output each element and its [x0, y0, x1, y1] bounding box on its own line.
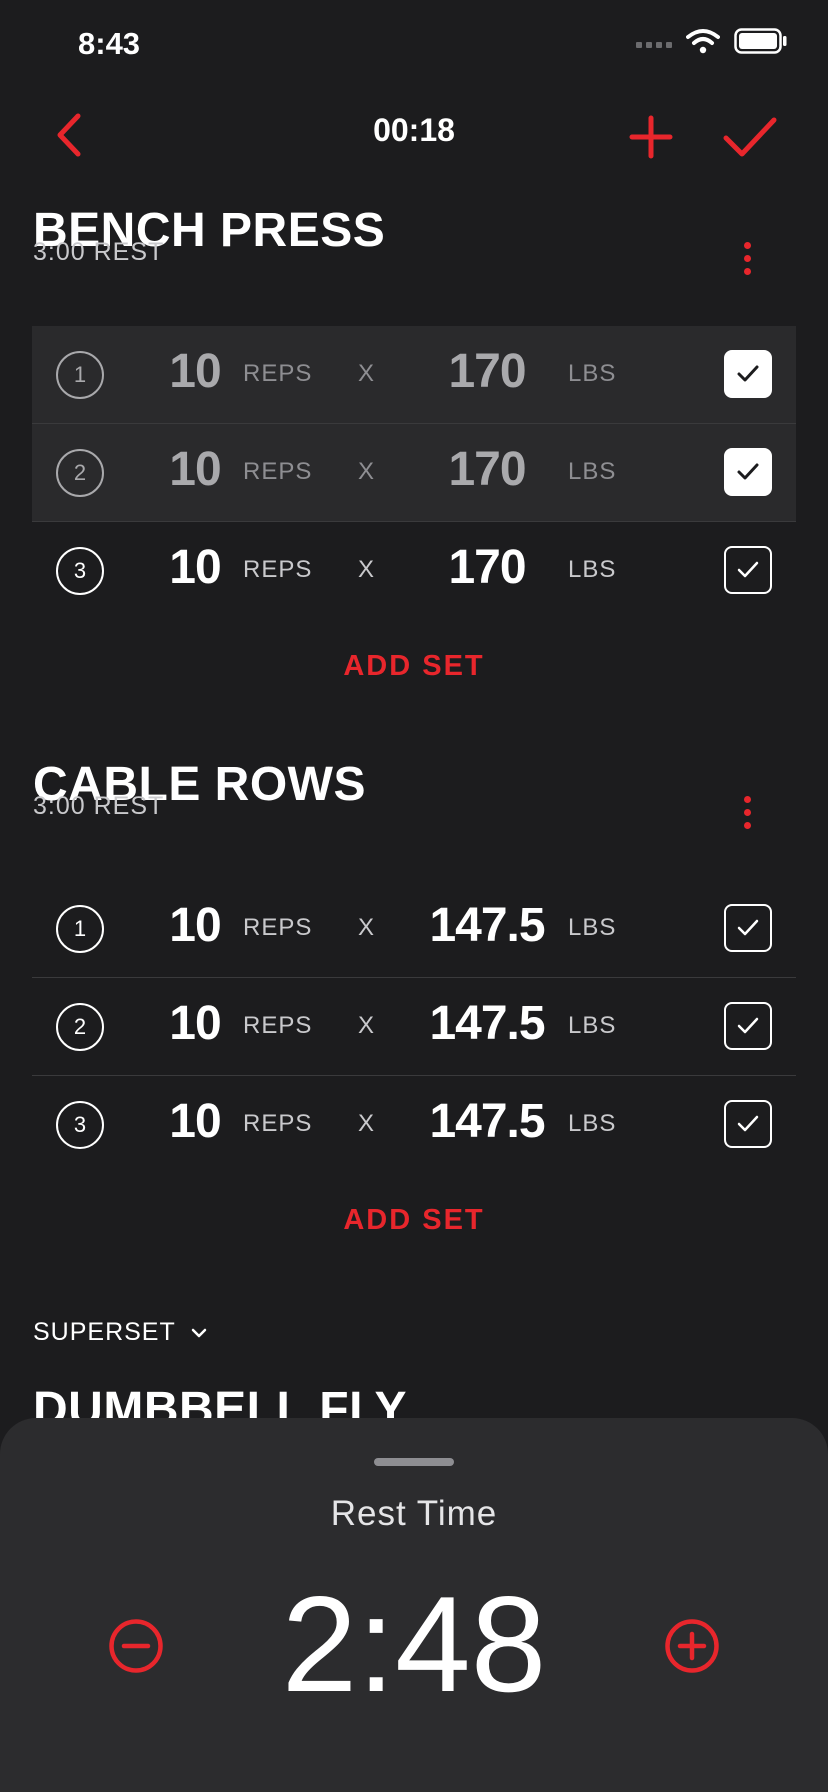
times-label: X [358, 1110, 375, 1137]
reps-unit-label: REPS [243, 360, 313, 387]
times-label: X [358, 458, 375, 485]
reps-unit-label: REPS [243, 914, 313, 941]
exercise-menu-button[interactable] [730, 792, 766, 836]
checkmark-icon [723, 117, 777, 157]
times-label: X [358, 360, 375, 387]
rest-time-label: Rest Time [330, 1494, 498, 1533]
wifi-icon [686, 29, 720, 54]
set-number: 1 [56, 905, 104, 953]
weight-value[interactable]: 147.5 [392, 898, 582, 953]
set-complete-checkbox[interactable] [724, 448, 772, 496]
weight-value[interactable]: 147.5 [392, 996, 582, 1051]
set-complete-checkbox[interactable] [724, 904, 772, 952]
set-row: 1 10 REPS X 170 LBS [32, 326, 796, 424]
weight-value[interactable]: 170 [392, 442, 582, 497]
add-set-button[interactable]: ADD SET [0, 1204, 828, 1237]
navigation-bar: 00:18 [0, 92, 828, 172]
set-complete-checkbox[interactable] [724, 1002, 772, 1050]
times-label: X [358, 914, 375, 941]
set-complete-checkbox[interactable] [724, 350, 772, 398]
sheet-handle[interactable] [374, 1458, 454, 1466]
set-row: 3 10 REPS X 147.5 LBS [32, 1076, 796, 1173]
weight-unit-label: LBS [568, 1110, 617, 1137]
reps-value[interactable]: 10 [140, 996, 250, 1051]
times-label: X [358, 1012, 375, 1039]
set-row: 1 10 REPS X 147.5 LBS [32, 880, 796, 978]
weight-value[interactable]: 170 [392, 540, 582, 595]
exercise-rest-time: 3:00 REST [33, 792, 165, 820]
plus-circle-icon [665, 1619, 719, 1673]
set-number: 3 [56, 1101, 104, 1149]
add-set-button[interactable]: ADD SET [0, 650, 828, 683]
minus-circle-icon [109, 1619, 163, 1673]
reps-unit-label: REPS [243, 556, 313, 583]
exercise-menu-button[interactable] [730, 238, 766, 282]
status-time: 8:43 [78, 26, 141, 61]
chevron-down-icon [191, 1328, 207, 1337]
plus-icon [629, 115, 673, 159]
weight-unit-label: LBS [568, 556, 617, 583]
status-icons [636, 28, 788, 54]
weight-value[interactable]: 170 [392, 344, 582, 399]
battery-icon [734, 28, 787, 54]
reps-value[interactable]: 10 [140, 540, 250, 595]
superset-label: SUPERSET [33, 1318, 176, 1346]
times-label: X [358, 556, 375, 583]
set-number: 1 [56, 351, 104, 399]
exercise-rest-time: 3:00 REST [33, 238, 165, 266]
set-number: 3 [56, 547, 104, 595]
checkbox-icon [737, 1115, 759, 1132]
more-vertical-icon [744, 242, 751, 249]
increase-rest-button[interactable] [664, 1618, 720, 1674]
weight-unit-label: LBS [568, 914, 617, 941]
checkbox-icon [737, 365, 759, 382]
set-row: 3 10 REPS X 170 LBS [32, 522, 796, 619]
reps-value[interactable]: 10 [140, 1094, 250, 1149]
weight-unit-label: LBS [568, 360, 617, 387]
checkbox-icon [737, 561, 759, 578]
set-number: 2 [56, 1003, 104, 1051]
checkbox-icon [737, 919, 759, 936]
set-row: 2 10 REPS X 147.5 LBS [32, 978, 796, 1076]
set-complete-checkbox[interactable] [724, 546, 772, 594]
set-number: 2 [56, 449, 104, 497]
status-bar: 8:43 [0, 0, 828, 92]
workout-timer: 00:18 [373, 112, 455, 148]
reps-unit-label: REPS [243, 1110, 313, 1137]
set-complete-checkbox[interactable] [724, 1100, 772, 1148]
decrease-rest-button[interactable] [108, 1618, 164, 1674]
set-row: 2 10 REPS X 170 LBS [32, 424, 796, 522]
reps-value[interactable]: 10 [140, 898, 250, 953]
reps-unit-label: REPS [243, 458, 313, 485]
cellular-signal-icon [636, 42, 672, 48]
reps-value[interactable]: 10 [140, 344, 250, 399]
weight-unit-label: LBS [568, 1012, 617, 1039]
rest-time-sheet: Rest Time 2:48 [0, 1418, 828, 1792]
add-exercise-button[interactable] [628, 114, 674, 160]
more-vertical-icon [744, 796, 751, 803]
reps-value[interactable]: 10 [140, 442, 250, 497]
weight-unit-label: LBS [568, 458, 617, 485]
checkbox-icon [737, 463, 759, 480]
finish-workout-button[interactable] [722, 114, 778, 160]
weight-value[interactable]: 147.5 [392, 1094, 582, 1149]
checkbox-icon [737, 1017, 759, 1034]
superset-toggle[interactable]: SUPERSET [33, 1318, 208, 1347]
reps-unit-label: REPS [243, 1012, 313, 1039]
